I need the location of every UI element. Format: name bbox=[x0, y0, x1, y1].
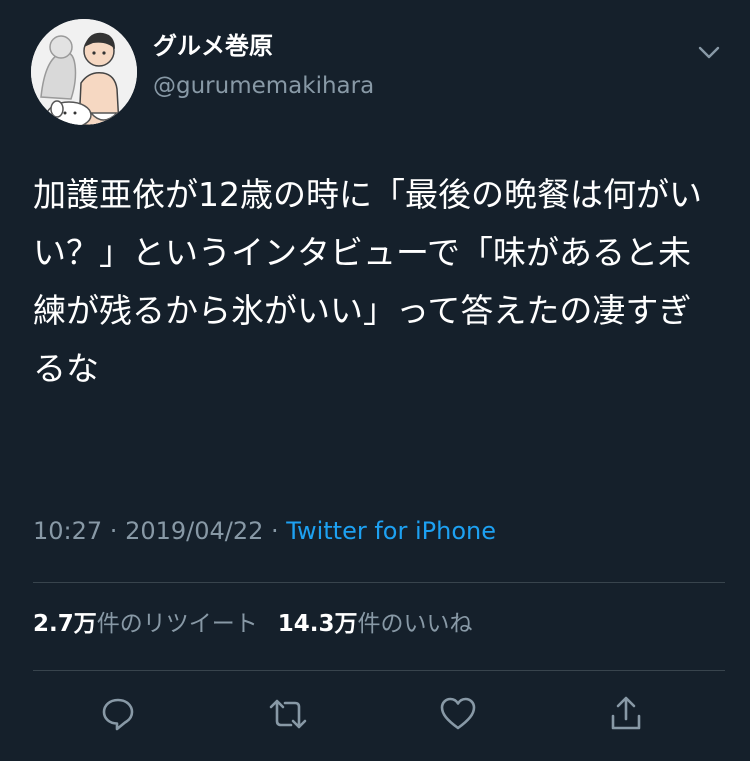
divider bbox=[33, 582, 725, 583]
tweet-meta: 10:27 · 2019/04/22 · Twitter for iPhone bbox=[33, 514, 496, 548]
tweet-date[interactable]: 2019/04/22 bbox=[125, 517, 263, 545]
share-button[interactable] bbox=[596, 684, 656, 744]
retweets-label: 件のリツイート bbox=[96, 611, 258, 637]
meta-separator: · bbox=[263, 517, 287, 545]
share-icon bbox=[611, 696, 641, 730]
avatar[interactable] bbox=[31, 19, 137, 125]
likes-count: 14.3万 bbox=[277, 611, 358, 637]
like-icon bbox=[440, 697, 476, 730]
tweet-stats: 2.7万件のリツイート 14.3万件のいいね bbox=[33, 608, 473, 640]
likes-stat[interactable]: 14.3万件のいいね bbox=[278, 608, 473, 640]
reply-icon bbox=[102, 698, 134, 731]
retweets-stat[interactable]: 2.7万件のリツイート bbox=[33, 608, 258, 640]
tweet-time[interactable]: 10:27 bbox=[33, 517, 102, 545]
retweet-button[interactable] bbox=[258, 684, 318, 744]
display-name[interactable]: グルメ巻原 bbox=[153, 31, 273, 61]
reply-button[interactable] bbox=[88, 684, 148, 744]
retweet-icon bbox=[269, 699, 307, 729]
divider bbox=[33, 670, 725, 671]
chevron-down-icon[interactable] bbox=[694, 40, 724, 64]
tweet-source-link[interactable]: Twitter for iPhone bbox=[286, 517, 496, 545]
likes-label: 件のいいね bbox=[357, 611, 473, 637]
tweet-header: グルメ巻原 @gurumemakihara bbox=[0, 0, 750, 140]
action-bar bbox=[0, 684, 750, 744]
user-handle[interactable]: @gurumemakihara bbox=[153, 71, 374, 101]
meta-separator: · bbox=[102, 517, 126, 545]
retweets-count: 2.7万 bbox=[33, 611, 97, 637]
tweet-text: 加護亜依が12歳の時に「最後の晩餐は何がいい？」というインタビューで「味があると… bbox=[33, 175, 702, 388]
like-button[interactable] bbox=[428, 684, 488, 744]
avatar-illustration bbox=[31, 19, 137, 125]
